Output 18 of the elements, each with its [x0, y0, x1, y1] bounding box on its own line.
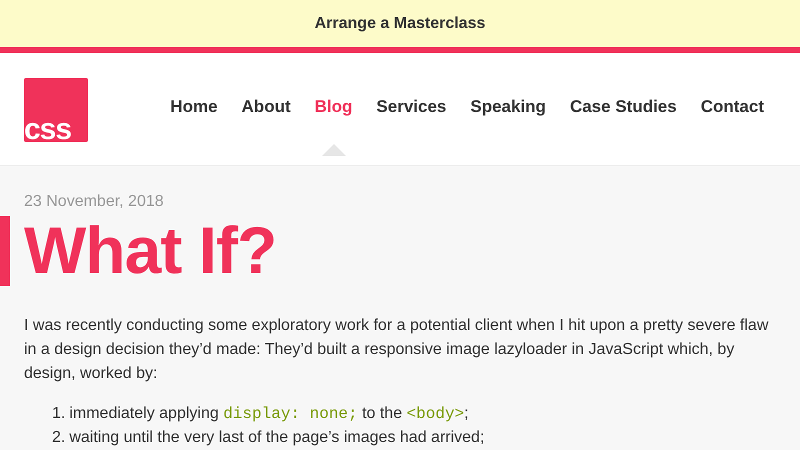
- nav-link[interactable]: Case Studies: [570, 97, 677, 117]
- list-number: 2.: [52, 428, 66, 448]
- nav-link[interactable]: Home: [170, 97, 218, 117]
- accent-bar: [0, 216, 10, 286]
- nav-link[interactable]: Services: [376, 97, 446, 117]
- logo[interactable]: css: [24, 78, 88, 142]
- nav-link[interactable]: About: [242, 97, 291, 117]
- masterclass-link[interactable]: Arrange a Masterclass: [314, 14, 486, 32]
- list-item-text: immediately applying display: none; to the <body>;: [69, 404, 469, 425]
- post-title: What If?: [24, 212, 278, 288]
- paragraph: I was recently conducting some exploratory work for a potential client when I hit upon a pretty severe flaw in a design decision they’d made: They’d built a responsive image lazyloader in JavaScript which, by design, worked by:: [24, 316, 770, 384]
- list-item-text: waiting until the very last of the page’s images had arrived;: [69, 428, 484, 448]
- list-number: 1.: [52, 404, 66, 424]
- nav-link[interactable]: Speaking: [470, 97, 546, 117]
- nav-link[interactable]: Contact: [700, 97, 764, 117]
- nav-link[interactable]: Blog: [314, 97, 352, 117]
- post-date: 23 November, 2018: [24, 192, 165, 212]
- active-indicator: [322, 144, 346, 156]
